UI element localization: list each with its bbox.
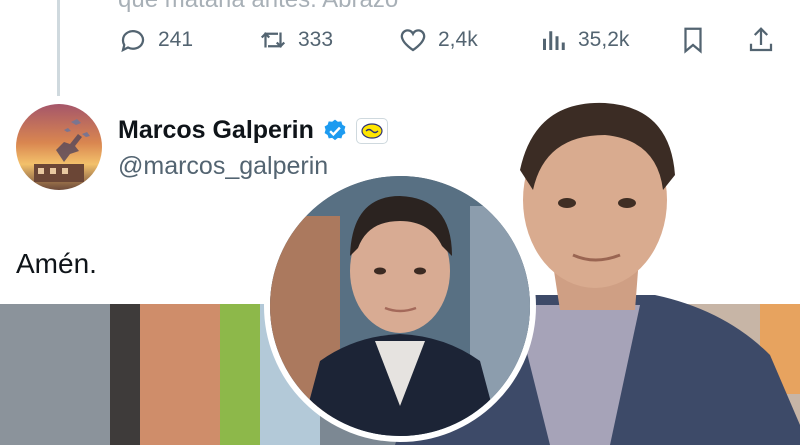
previous-tweet-actions: 241 333 2,4k 35,2k — [118, 22, 783, 58]
bookmark-button[interactable] — [678, 22, 708, 58]
repost-count: 333 — [298, 28, 334, 51]
reply-button[interactable]: 241 — [118, 22, 193, 58]
reply-icon — [121, 30, 145, 53]
repost-icon — [260, 32, 286, 48]
thread-connector-line — [57, 0, 60, 96]
inset-profile-photo — [264, 170, 536, 442]
like-button[interactable]: 2,4k — [398, 22, 478, 58]
views-count: 35,2k — [578, 28, 630, 51]
display-name[interactable]: Marcos Galperin — [118, 116, 314, 145]
reply-count: 241 — [158, 28, 194, 51]
avatar[interactable] — [16, 104, 102, 190]
views-button[interactable]: 35,2k — [538, 22, 629, 58]
like-icon — [400, 29, 426, 52]
share-button[interactable] — [746, 22, 776, 58]
bookmark-icon — [684, 27, 702, 54]
affiliation-badge-icon[interactable] — [355, 117, 388, 144]
previous-tweet-text: que mataria antes. Abrazo — [118, 0, 398, 14]
like-count: 2,4k — [438, 28, 478, 51]
repost-button[interactable]: 333 — [258, 22, 333, 58]
author-handle[interactable]: @marcos_galperin — [118, 152, 328, 181]
author-row: Marcos Galperin — [118, 116, 388, 145]
verified-badge-icon[interactable] — [322, 118, 348, 144]
tweet-text: Amén. — [16, 248, 97, 279]
views-icon — [543, 31, 565, 50]
share-icon — [749, 27, 773, 52]
